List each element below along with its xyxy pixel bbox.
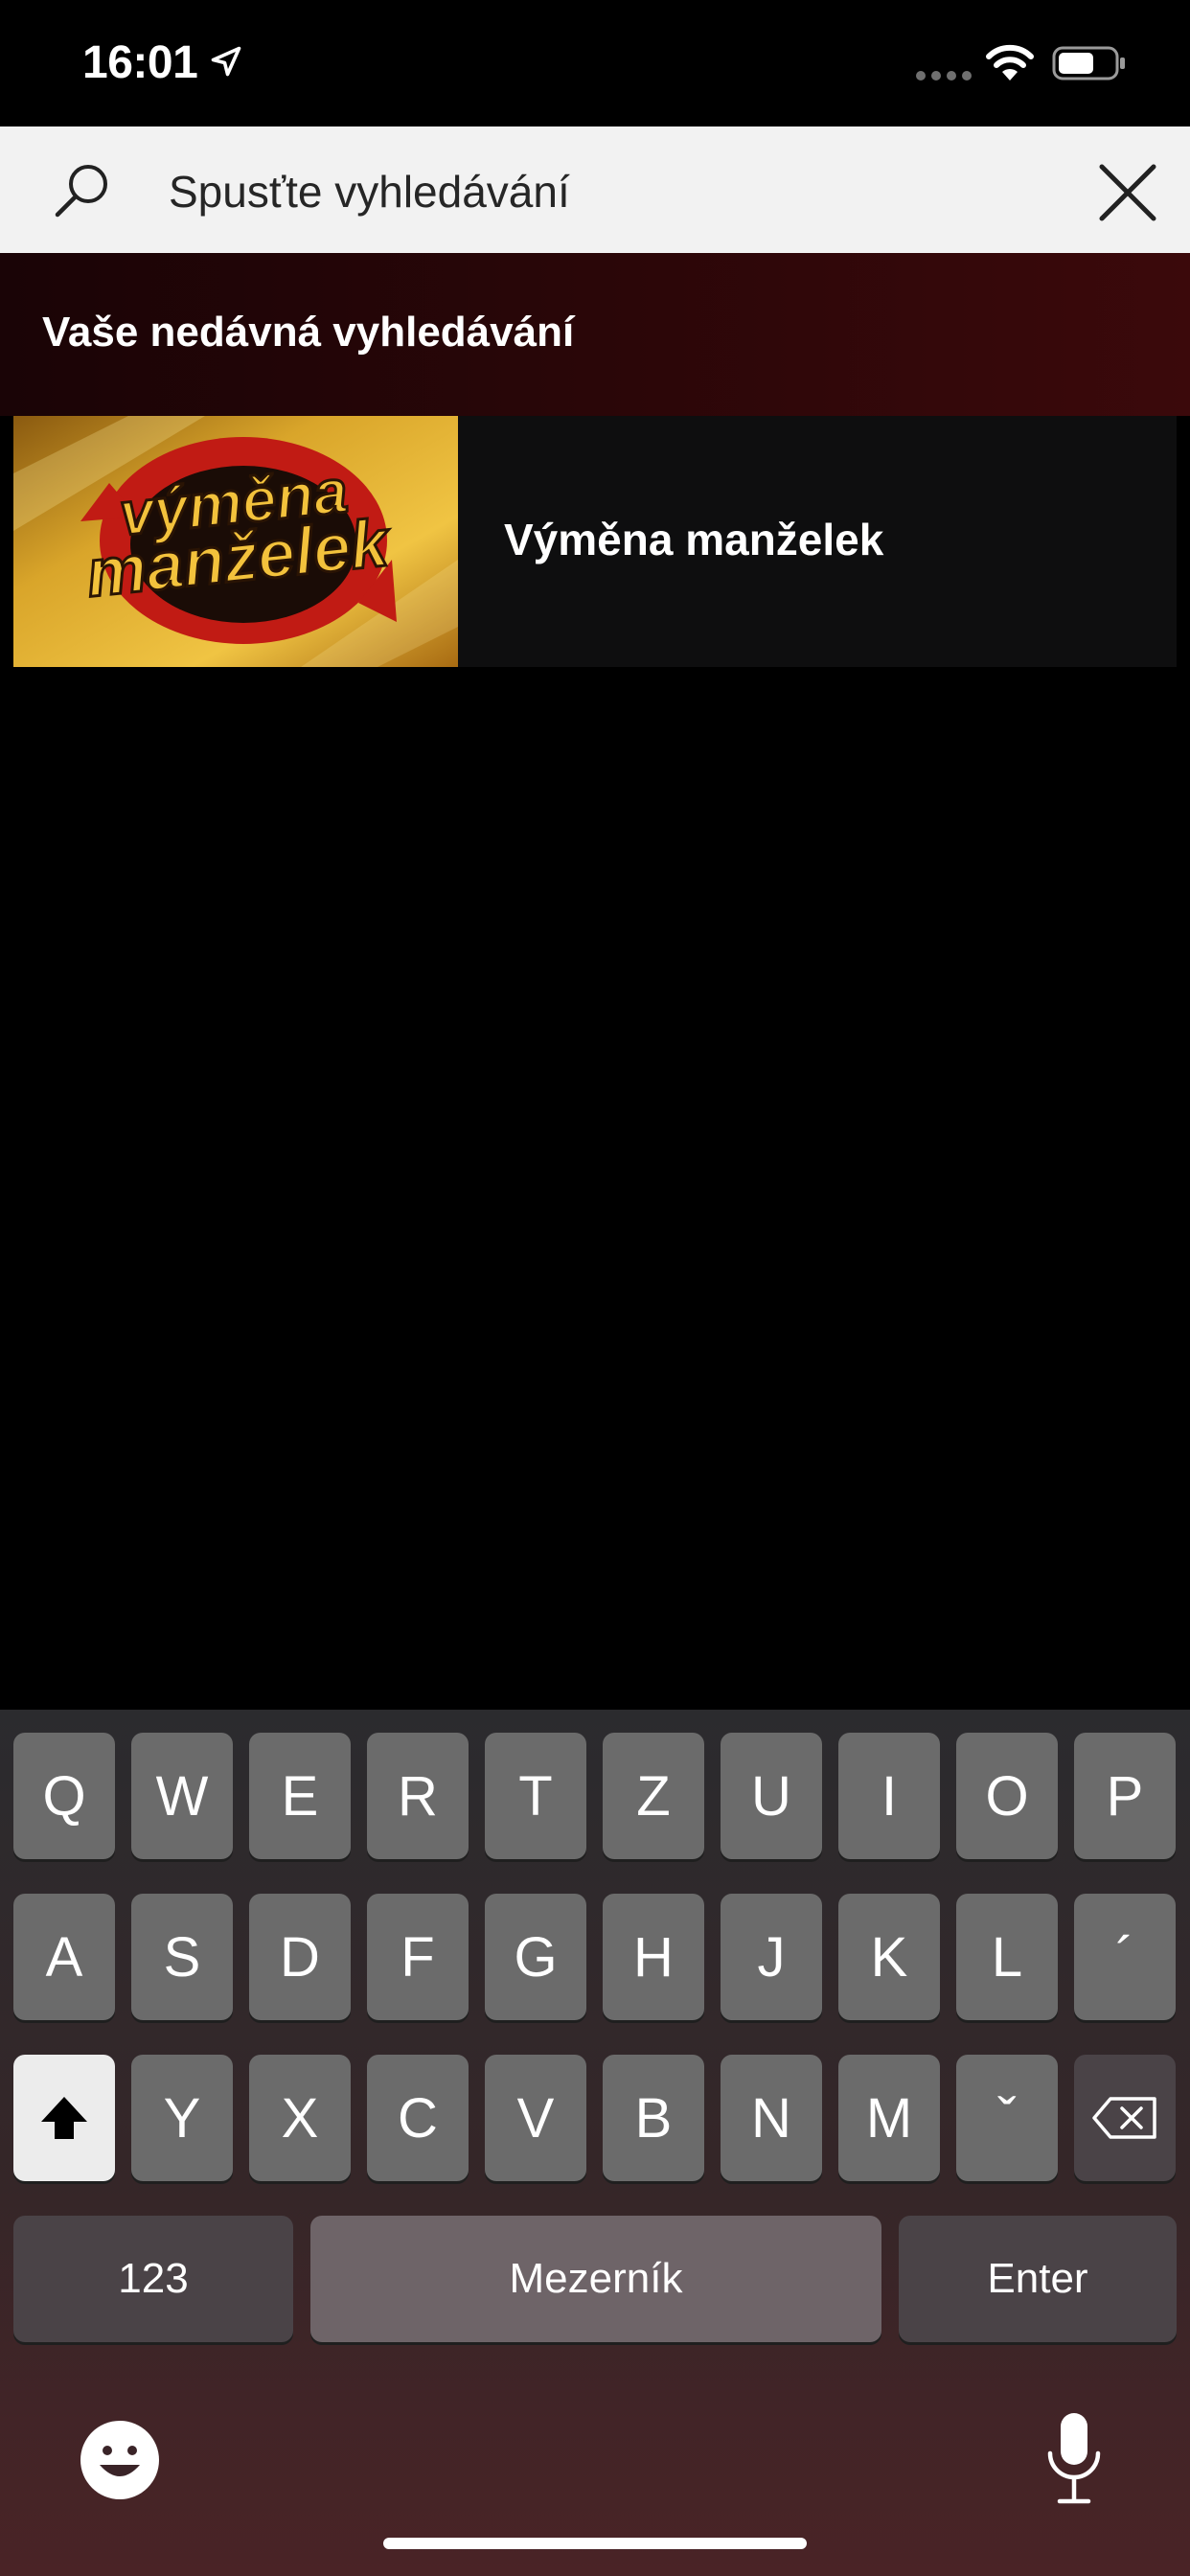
key-p[interactable]: P	[1074, 1733, 1176, 1859]
key-v[interactable]: V	[485, 2055, 586, 2181]
key-a[interactable]: A	[13, 1894, 115, 2020]
key-g[interactable]: G	[485, 1894, 586, 2020]
shift-key[interactable]	[13, 2055, 115, 2181]
key-q[interactable]: Q	[13, 1733, 115, 1859]
search-icon	[55, 165, 107, 218]
key-j[interactable]: J	[721, 1894, 822, 2020]
status-bar: 16:01	[0, 0, 1190, 126]
key-e[interactable]: E	[249, 1733, 351, 1859]
backspace-icon	[1092, 2097, 1156, 2139]
shift-arrow-icon	[41, 2097, 87, 2139]
key-y[interactable]: Y	[131, 2055, 233, 2181]
recent-search-label[interactable]: Výměna manželek	[504, 514, 883, 565]
location-arrow-icon	[211, 46, 241, 77]
space-key[interactable]: Mezerník	[310, 2216, 881, 2342]
show-thumbnail[interactable]: výměna manželek	[13, 416, 458, 667]
close-icon[interactable]	[1094, 159, 1161, 226]
key-r[interactable]: R	[367, 1733, 469, 1859]
key-o[interactable]: O	[956, 1733, 1058, 1859]
key-c[interactable]: C	[367, 2055, 469, 2181]
numbers-key[interactable]: 123	[13, 2216, 293, 2342]
key-i[interactable]: I	[838, 1733, 940, 1859]
backspace-key[interactable]	[1074, 2055, 1176, 2181]
key-t[interactable]: T	[485, 1733, 586, 1859]
key-f[interactable]: F	[367, 1894, 469, 2020]
enter-key[interactable]: Enter	[899, 2216, 1177, 2342]
key-l[interactable]: L	[956, 1894, 1058, 2020]
emoji-icon[interactable]	[79, 2419, 161, 2501]
home-indicator[interactable]	[383, 2538, 807, 2549]
wifi-icon	[986, 44, 1034, 80]
key-h[interactable]: H	[603, 1894, 704, 2020]
key-s[interactable]: S	[131, 1894, 233, 2020]
search-input[interactable]	[169, 157, 1031, 226]
key-b[interactable]: B	[603, 2055, 704, 2181]
key-n[interactable]: N	[721, 2055, 822, 2181]
key-x[interactable]: X	[249, 2055, 351, 2181]
battery-icon	[1052, 46, 1125, 80]
status-time: 16:01	[82, 37, 198, 88]
key-m[interactable]: M	[838, 2055, 940, 2181]
microphone-icon[interactable]	[1044, 2411, 1104, 2507]
key-w[interactable]: W	[131, 1733, 233, 1859]
key-z[interactable]: Z	[603, 1733, 704, 1859]
recent-searches-title: Vaše nedávná vyhledávání	[42, 309, 575, 356]
key-u[interactable]: U	[721, 1733, 822, 1859]
cellular-signal-icon	[916, 71, 972, 80]
key-d[interactable]: D	[249, 1894, 351, 2020]
key-k[interactable]: K	[838, 1894, 940, 2020]
key-acute-accent[interactable]: ´	[1074, 1894, 1176, 2020]
key-caron[interactable]: ˇ	[956, 2055, 1058, 2181]
